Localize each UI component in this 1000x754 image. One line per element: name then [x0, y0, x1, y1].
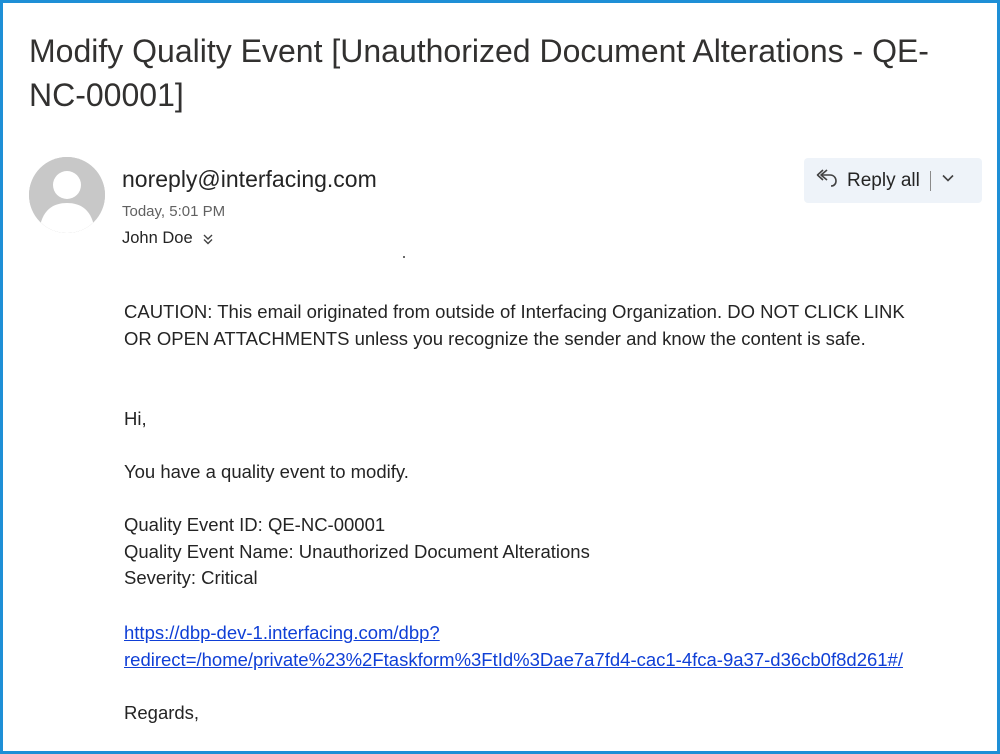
- person-avatar-icon[interactable]: [29, 157, 105, 233]
- task-link-line-2[interactable]: redirect=/home/private%23%2Ftaskform%3Ft…: [124, 647, 903, 674]
- task-link[interactable]: https://dbp-dev-1.interfacing.com/dbp? r…: [124, 620, 903, 673]
- sent-timestamp: Today, 5:01 PM: [122, 203, 226, 220]
- event-severity: Severity: Critical: [124, 567, 258, 588]
- stray-dot: [403, 256, 405, 258]
- event-details: Quality Event ID: QE-NC-00001 Quality Ev…: [124, 512, 590, 592]
- reply-all-label: Reply all: [847, 169, 920, 191]
- closing: Regards,: [124, 702, 200, 723]
- chevron-down-icon: [941, 171, 955, 190]
- greeting: Hi,: [124, 408, 147, 429]
- email-subject: Modify Quality Event [Unauthorized Docum…: [29, 33, 929, 113]
- intro-text: You have a quality event to modify.: [124, 461, 409, 482]
- double-chevron-down-icon[interactable]: [201, 232, 215, 246]
- caution-line-1: CAUTION: This email originated from outs…: [124, 301, 905, 322]
- recipient-line[interactable]: John Doe: [122, 229, 215, 248]
- event-id: Quality Event ID: QE-NC-00001: [124, 514, 386, 535]
- task-link-line-1[interactable]: https://dbp-dev-1.interfacing.com/dbp?: [124, 620, 903, 647]
- reply-options-button[interactable]: [931, 158, 965, 203]
- caution-banner: CAUTION: This email originated from outs…: [124, 299, 984, 352]
- reply-all-button[interactable]: Reply all: [804, 158, 930, 203]
- email-reading-pane: Modify Quality Event [Unauthorized Docum…: [0, 0, 1000, 754]
- sender-address[interactable]: noreply@interfacing.com: [122, 166, 377, 193]
- caution-line-2: OR OPEN ATTACHMENTS unless you recognize…: [124, 327, 866, 349]
- event-name: Quality Event Name: Unauthorized Documen…: [124, 540, 590, 562]
- reply-all-icon: [816, 167, 838, 194]
- recipient-name[interactable]: John Doe: [122, 229, 193, 248]
- reply-all-split-button: Reply all: [804, 158, 982, 203]
